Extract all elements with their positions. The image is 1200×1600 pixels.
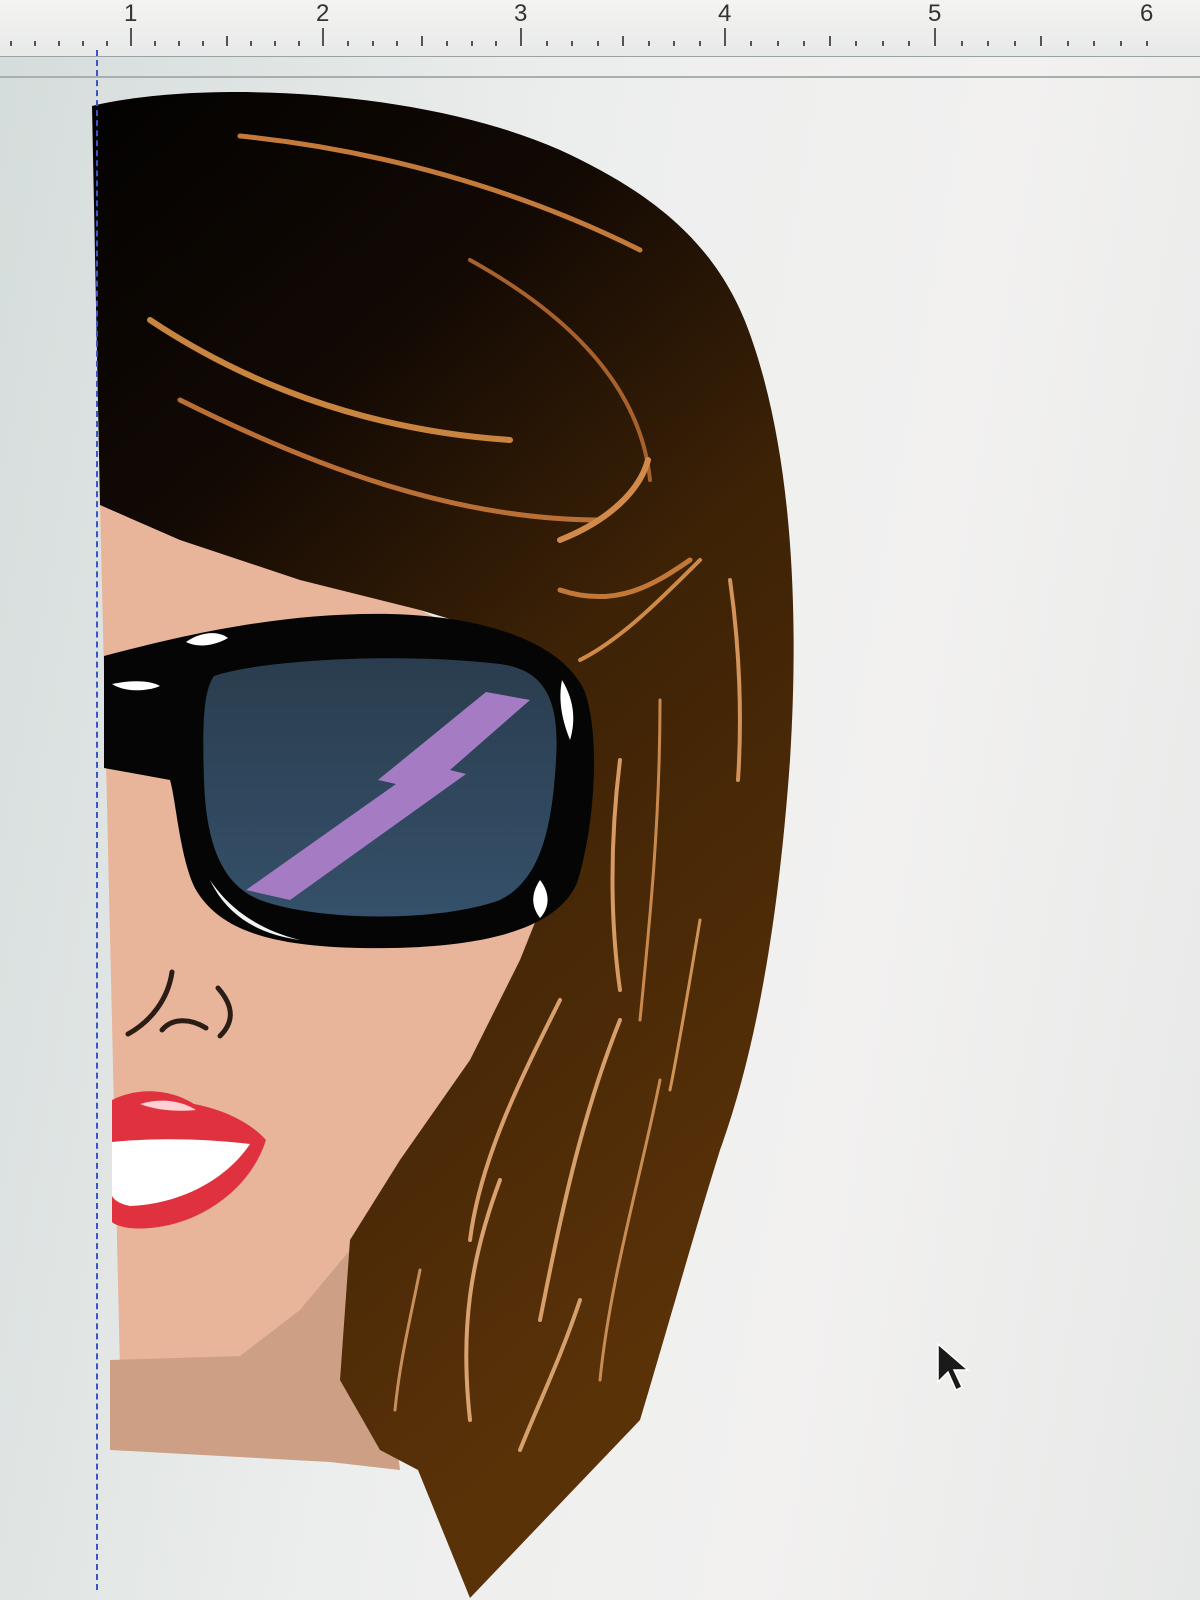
page-guide-line xyxy=(96,50,98,1590)
arrow-cursor-icon xyxy=(937,1342,971,1392)
screen: 1 2 3 4 5 6 xyxy=(0,0,1200,1600)
vector-artwork[interactable] xyxy=(0,0,1200,1600)
